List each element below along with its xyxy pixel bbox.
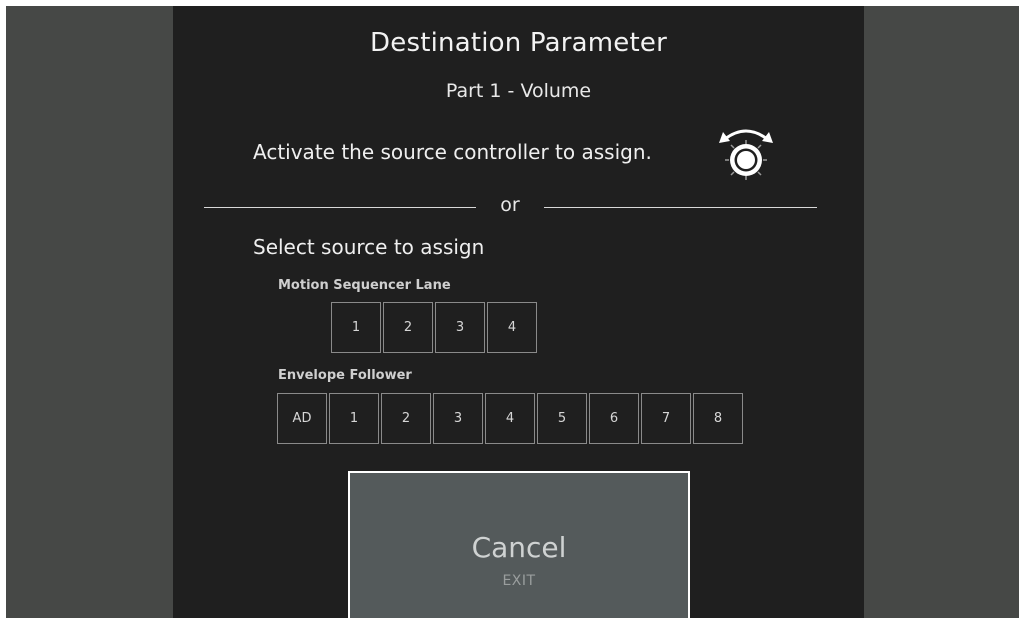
destination-parameter-dialog: Destination Parameter Part 1 - Volume Ac…: [173, 6, 864, 618]
cancel-button[interactable]: Cancel EXIT: [348, 471, 690, 618]
msl-lane-4-button[interactable]: 4: [487, 302, 537, 353]
rotary-knob-icon: [719, 129, 773, 180]
msl-lane-1-button[interactable]: 1: [331, 302, 381, 353]
ef-5-button[interactable]: 5: [537, 393, 587, 444]
ef-2-button[interactable]: 2: [381, 393, 431, 444]
envelope-follower-label: Envelope Follower: [278, 368, 412, 383]
screen-frame: Destination Parameter Part 1 - Volume Ac…: [6, 6, 1019, 618]
msl-lane-2-button[interactable]: 2: [383, 302, 433, 353]
ef-ad-button[interactable]: AD: [277, 393, 327, 444]
instruction-text: Activate the source controller to assign…: [253, 140, 652, 164]
cancel-button-label: Cancel: [471, 531, 567, 564]
cancel-button-exit-hint: EXIT: [502, 573, 536, 589]
ef-1-button[interactable]: 1: [329, 393, 379, 444]
motion-sequencer-lane-label: Motion Sequencer Lane: [278, 278, 451, 293]
divider-left: [204, 207, 476, 208]
ef-3-button[interactable]: 3: [433, 393, 483, 444]
divider-right: [544, 207, 817, 208]
msl-lane-3-button[interactable]: 3: [435, 302, 485, 353]
ef-7-button[interactable]: 7: [641, 393, 691, 444]
envelope-follower-buttons: AD 1 2 3 4 5 6 7 8: [277, 393, 743, 444]
select-source-heading: Select source to assign: [253, 235, 485, 259]
ef-8-button[interactable]: 8: [693, 393, 743, 444]
ef-6-button[interactable]: 6: [589, 393, 639, 444]
divider-or-text: or: [500, 194, 520, 216]
motion-sequencer-lane-buttons: 1 2 3 4: [331, 302, 537, 353]
dialog-subtitle: Part 1 - Volume: [445, 80, 592, 102]
dialog-title: Destination Parameter: [370, 28, 667, 58]
ef-4-button[interactable]: 4: [485, 393, 535, 444]
